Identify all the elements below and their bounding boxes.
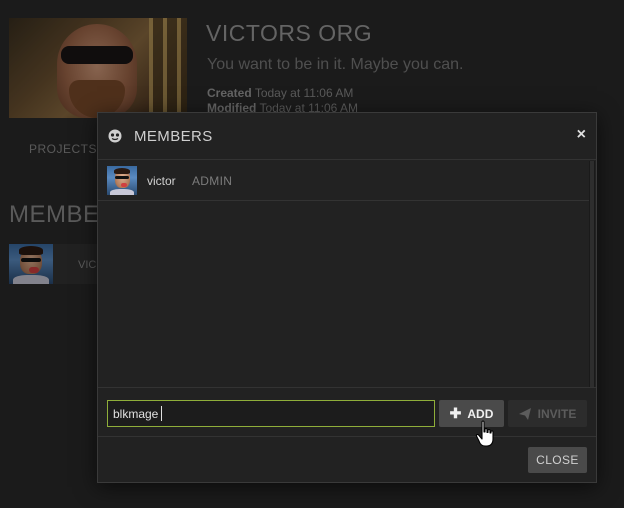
member-role: ADMIN xyxy=(192,174,233,188)
invite-button-label: INVITE xyxy=(537,406,577,421)
scrollbar-thumb[interactable] xyxy=(590,161,594,387)
members-modal: MEMBERS × victor ADMIN ✚ ADD INVITE CLOS… xyxy=(97,112,597,483)
member-search-input[interactable] xyxy=(107,400,435,427)
modal-title: MEMBERS xyxy=(134,128,213,145)
add-button-label: ADD xyxy=(467,406,494,421)
scrollbar[interactable] xyxy=(589,161,595,387)
modal-header: MEMBERS × xyxy=(98,113,596,160)
members-icon xyxy=(108,129,122,143)
paper-plane-icon xyxy=(518,407,531,420)
add-member-row: ✚ ADD INVITE xyxy=(98,387,596,437)
avatar xyxy=(107,166,137,195)
modal-footer: CLOSE xyxy=(98,437,596,484)
plus-icon: ✚ xyxy=(449,405,462,421)
hand-pointer-icon xyxy=(475,420,494,447)
member-list: victor ADMIN xyxy=(98,160,589,387)
invite-button[interactable]: INVITE xyxy=(508,400,587,427)
text-caret xyxy=(161,406,162,421)
member-name: victor xyxy=(147,174,176,188)
close-button[interactable]: CLOSE xyxy=(528,447,587,473)
close-icon[interactable]: × xyxy=(577,126,586,144)
list-item[interactable]: victor ADMIN xyxy=(98,160,589,201)
